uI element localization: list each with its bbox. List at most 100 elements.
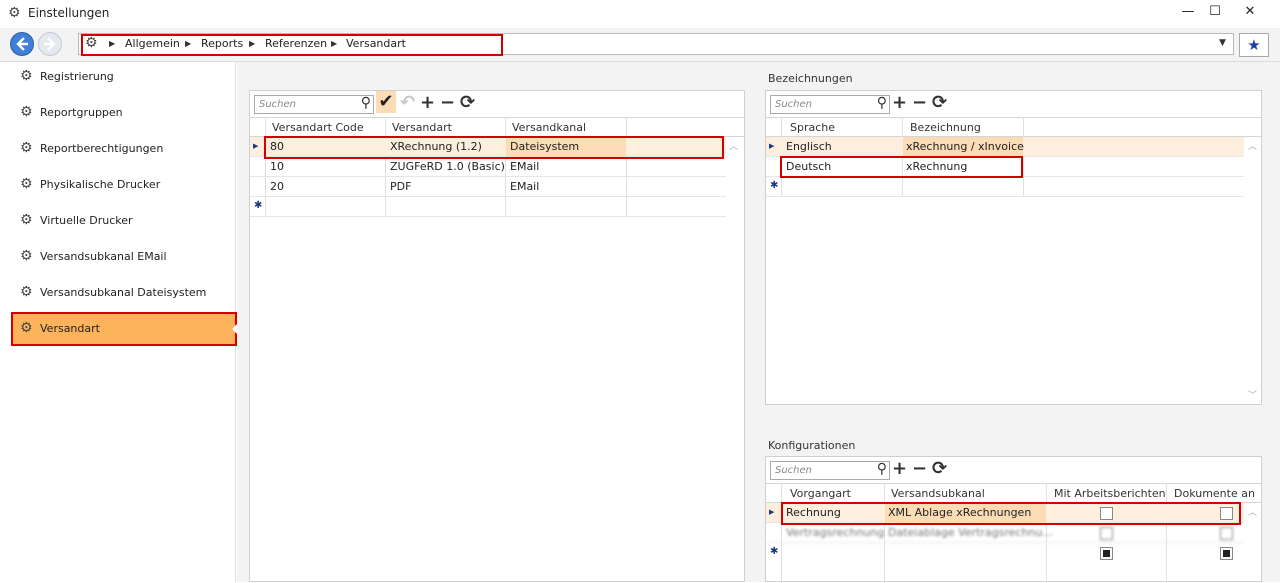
search-placeholder: Suchen (259, 99, 297, 110)
cell-versandart[interactable]: PDF (390, 180, 411, 193)
sidebar-item-label: Versandart (40, 322, 100, 335)
konfigurationen-panel: Suchen ⚲ + − ⟳ Vorgangart Versandsubkana… (765, 456, 1262, 583)
table-row[interactable]: ▶ Englisch xRechnung / xInvoice (766, 137, 1244, 157)
search-input[interactable]: Suchen ⚲ (770, 461, 890, 480)
sidebar-item-reportberechtigungen[interactable]: ⚙ Reportberechtigungen (12, 134, 236, 164)
sidebar-item-versandsubkanal-dateisystem[interactable]: ⚙ Versandsubkanal Dateisystem (12, 278, 236, 308)
grid-header: Vorgangart Versandsubkanal Mit Arbeitsbe… (766, 483, 1261, 503)
gear-icon: ⚙ (20, 284, 33, 300)
refresh-icon[interactable]: ⟳ (932, 458, 947, 479)
sidebar-item-versandsubkanal-email[interactable]: ⚙ Versandsubkanal EMail (12, 242, 236, 272)
chevron-down-icon[interactable]: ▼ (1219, 38, 1226, 48)
cell-code[interactable]: 20 (270, 180, 284, 193)
sidebar: ⚙ Registrierung ⚙ Reportgruppen ⚙ Report… (8, 62, 238, 582)
new-row[interactable]: ✱ (766, 177, 1244, 197)
maximize-button[interactable]: ☐ (1203, 4, 1227, 22)
row-indicator-icon: ▶ (253, 142, 259, 150)
annotation-highlight (264, 136, 724, 159)
gear-icon: ⚙ (20, 104, 33, 120)
forward-button[interactable] (38, 32, 62, 56)
address-bar: ⚙ ▶ Allgemein ▶ Reports ▶ Referenzen ▶ V… (0, 28, 1280, 62)
checkmark-icon[interactable]: ✔ (376, 91, 396, 113)
add-icon[interactable]: + (892, 92, 907, 113)
column-header-versandkanal[interactable]: Versandkanal (512, 121, 586, 134)
bezeichnungen-panel: Suchen ⚲ + − ⟳ Sprache Bezeichnung ▶ Eng… (765, 90, 1262, 405)
sidebar-item-label: Versandsubkanal EMail (40, 250, 167, 263)
window-title: Einstellungen (28, 6, 110, 20)
konfigurationen-title: Konfigurationen (768, 439, 856, 452)
minimize-button[interactable]: — (1176, 4, 1200, 22)
refresh-icon[interactable]: ⟳ (932, 92, 947, 113)
checkbox-mit-arbeitsberichten[interactable] (1100, 547, 1113, 560)
favorite-star-button[interactable]: ★ (1239, 33, 1269, 57)
sidebar-item-label: Registrierung (40, 70, 114, 83)
gear-icon: ⚙ (8, 5, 21, 21)
new-row[interactable]: ✱ (766, 543, 1244, 563)
remove-icon[interactable]: − (912, 92, 927, 113)
new-row-asterisk-icon: ✱ (770, 546, 779, 557)
checkbox-mit-arbeitsberichten[interactable] (1100, 527, 1113, 540)
remove-icon[interactable]: − (440, 92, 455, 113)
table-row[interactable]: 10 ZUGFeRD 1.0 (Basic) EMail (250, 157, 726, 177)
scroll-up-icon[interactable]: ︿ (1248, 505, 1257, 518)
grid-header: Sprache Bezeichnung (766, 117, 1261, 137)
cell-versandkanal[interactable]: EMail (510, 160, 539, 173)
search-input[interactable]: Suchen ⚲ (254, 95, 374, 114)
column-header-mit-arbeitsberichten[interactable]: Mit Arbeitsberichten (1054, 487, 1166, 500)
search-icon[interactable]: ⚲ (877, 461, 887, 477)
sidebar-item-label: Physikalische Drucker (40, 178, 161, 191)
gear-icon: ⚙ (20, 248, 33, 264)
sidebar-item-versandart[interactable]: ⚙ Versandart (11, 312, 238, 346)
search-icon[interactable]: ⚲ (877, 95, 887, 111)
checkbox-dokumente-an[interactable] (1220, 547, 1233, 560)
cell-versandsubkanal[interactable]: Dateiablage Vertragsrechnu... (888, 526, 1053, 539)
cell-code[interactable]: 10 (270, 160, 284, 173)
column-header-versandart[interactable]: Versandart (392, 121, 452, 134)
vertical-scrollbar[interactable]: ︿ (1245, 503, 1261, 581)
close-button[interactable]: ✕ (1238, 4, 1262, 22)
column-header-code[interactable]: Versandart Code (272, 121, 364, 134)
column-header-dokumente-an[interactable]: Dokumente an (1174, 487, 1255, 500)
gear-icon: ⚙ (20, 320, 33, 336)
new-row-asterisk-icon: ✱ (254, 200, 263, 211)
sidebar-item-registrierung[interactable]: ⚙ Registrierung (12, 62, 236, 92)
scroll-up-icon[interactable]: ︿ (1248, 139, 1257, 152)
sidebar-item-physikalische-drucker[interactable]: ⚙ Physikalische Drucker (12, 170, 236, 200)
bezeichnungen-title: Bezeichnungen (768, 72, 853, 85)
gear-icon: ⚙ (20, 140, 33, 156)
vertical-scrollbar[interactable]: ︿ ﹀ (1245, 137, 1261, 403)
sidebar-item-label: Reportgruppen (40, 106, 123, 119)
main-content: Suchen ⚲ ✔ ↶ + − ⟳ Versandart Code Versa… (237, 62, 1280, 583)
column-header-versandsubkanal[interactable]: Versandsubkanal (891, 487, 985, 500)
cell-sprache[interactable]: Englisch (786, 140, 832, 153)
add-icon[interactable]: + (420, 92, 435, 113)
cell-versandkanal[interactable]: EMail (510, 180, 539, 193)
vertical-scrollbar[interactable]: ︿ (726, 137, 742, 577)
back-button[interactable] (10, 32, 34, 56)
breadcrumb[interactable]: ⚙ ▶ Allgemein ▶ Reports ▶ Referenzen ▶ V… (78, 33, 1234, 56)
checkbox-dokumente-an[interactable] (1220, 527, 1233, 540)
annotation-highlight (780, 156, 1023, 178)
search-icon[interactable]: ⚲ (361, 95, 371, 111)
cell-vorgangart[interactable]: Vertragsrechnung (786, 526, 884, 539)
column-header-bezeichnung[interactable]: Bezeichnung (910, 121, 981, 134)
new-row[interactable]: ✱ (250, 197, 726, 217)
table-row[interactable]: 20 PDF EMail (250, 177, 726, 197)
title-bar: ⚙ Einstellungen — ☐ ✕ (0, 0, 1280, 28)
sidebar-item-reportgruppen[interactable]: ⚙ Reportgruppen (12, 98, 236, 128)
scroll-down-icon[interactable]: ﹀ (1248, 388, 1257, 401)
refresh-icon[interactable]: ⟳ (460, 92, 475, 113)
remove-icon[interactable]: − (912, 458, 927, 479)
add-icon[interactable]: + (892, 458, 907, 479)
column-header-vorgangart[interactable]: Vorgangart (790, 487, 851, 500)
cell-versandart[interactable]: ZUGFeRD 1.0 (Basic) (390, 160, 505, 173)
undo-icon[interactable]: ↶ (400, 92, 415, 113)
scroll-up-icon[interactable]: ︿ (729, 139, 738, 152)
column-header-sprache[interactable]: Sprache (790, 121, 835, 134)
search-input[interactable]: Suchen ⚲ (770, 95, 890, 114)
sidebar-item-virtuelle-drucker[interactable]: ⚙ Virtuelle Drucker (12, 206, 236, 236)
cell-bezeichnung[interactable]: xRechnung / xInvoice (906, 140, 1024, 153)
gear-icon: ⚙ (20, 68, 33, 84)
table-row[interactable]: Vertragsrechnung Dateiablage Vertragsrec… (766, 523, 1244, 543)
versandart-grid-panel: Suchen ⚲ ✔ ↶ + − ⟳ Versandart Code Versa… (249, 90, 745, 582)
